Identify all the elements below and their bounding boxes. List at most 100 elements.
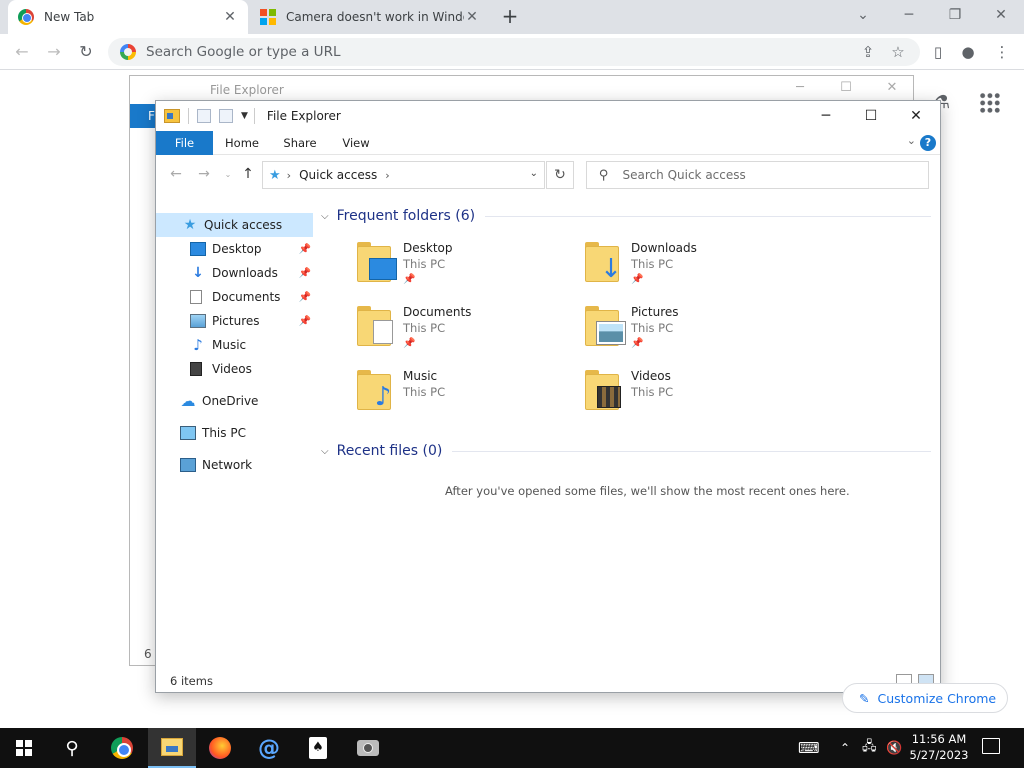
nav-item-documents[interactable]: Documents 📌 [156, 285, 313, 309]
folder-name: Videos [631, 369, 671, 383]
pin-icon[interactable]: 📌 [299, 268, 311, 279]
close-icon[interactable]: ✕ [464, 9, 480, 25]
nav-label: Music [212, 338, 247, 352]
pin-icon[interactable]: 📌 [299, 292, 311, 303]
back-button[interactable]: ← [10, 40, 34, 64]
close-window-button[interactable]: ✕ [988, 4, 1014, 28]
folder-tile-videos[interactable]: Videos This PC [585, 368, 805, 424]
windows-logo-icon [16, 740, 32, 756]
reload-button[interactable]: ↻ [74, 40, 98, 64]
taskbar-solitaire[interactable]: ♠ [294, 728, 342, 768]
share-icon[interactable]: ⇪ [858, 42, 878, 62]
volume-muted-icon[interactable]: 🔇 [886, 728, 902, 768]
qat-dropdown-icon[interactable]: ▼ [241, 111, 248, 121]
recent-locations-chevron-icon[interactable]: ⌄ [218, 170, 238, 179]
back-arrow-icon[interactable]: ← [166, 166, 186, 182]
search-button[interactable]: ⚲ [48, 728, 96, 768]
omnibox[interactable]: Search Google or type a URL [108, 38, 920, 66]
address-bar[interactable]: ★ › Quick access › ⌄ [262, 161, 545, 189]
tab-camera-article[interactable]: Camera doesn't work in Windows ✕ [250, 0, 490, 34]
show-hidden-icons-chevron-icon[interactable]: ⌃ [840, 728, 850, 768]
taskbar-mail[interactable]: @ [245, 728, 293, 768]
tab-share[interactable]: Share [276, 131, 324, 155]
folder-tile-documents[interactable]: Documents This PC 📌 [357, 304, 577, 360]
customize-chrome-button[interactable]: ✎ Customize Chrome [842, 683, 1008, 713]
new-folder-icon[interactable] [219, 109, 233, 123]
folder-tile-music[interactable]: ♪ Music This PC [357, 368, 577, 424]
breadcrumb-chevron-icon[interactable]: › [287, 169, 291, 182]
pin-icon[interactable]: 📌 [299, 244, 311, 255]
tab-home[interactable]: Home [218, 131, 266, 155]
restore-button[interactable]: ❐ [942, 4, 968, 28]
pin-icon[interactable]: 📌 [299, 316, 311, 327]
taskbar-file-explorer[interactable] [148, 728, 196, 768]
keyboard-icon[interactable]: ⌨ [798, 728, 820, 768]
bg-maximize-icon[interactable]: ☐ [834, 80, 858, 95]
nav-item-videos[interactable]: Videos [156, 357, 313, 381]
nav-item-onedrive[interactable]: ☁ OneDrive [156, 389, 313, 413]
frequent-folders-header[interactable]: ⌵ Frequent folders (6) [321, 208, 931, 224]
side-panel-icon[interactable]: ▯ [928, 42, 948, 62]
recent-files-header[interactable]: ⌵ Recent files (0) [321, 443, 931, 459]
properties-icon[interactable] [197, 109, 211, 123]
file-explorer-window[interactable]: ▼ File Explorer ─ ☐ ✕ File Home Share Vi… [155, 100, 941, 693]
tab-search-chevron-icon[interactable]: ⌄ [850, 4, 876, 28]
bookmark-star-icon[interactable]: ☆ [888, 42, 908, 62]
bg-minimize-icon[interactable]: ─ [788, 80, 812, 95]
profile-avatar-icon[interactable]: ● [958, 42, 978, 62]
breadcrumb-quick-access[interactable]: Quick access [299, 168, 377, 182]
search-input[interactable] [622, 168, 883, 182]
minimize-button[interactable]: ─ [804, 104, 848, 128]
close-icon[interactable]: ✕ [222, 9, 238, 25]
expand-ribbon-chevron-icon[interactable]: ⌄ [907, 134, 916, 147]
taskbar-chrome[interactable] [98, 728, 146, 768]
nav-item-pictures[interactable]: Pictures 📌 [156, 309, 313, 333]
nav-item-music[interactable]: ♪ Music [156, 333, 313, 357]
downloads-folder-icon: ↓ [585, 242, 625, 282]
notification-icon[interactable] [982, 738, 1000, 754]
folder-location: This PC [631, 321, 674, 335]
collapse-chevron-icon[interactable]: ⌵ [321, 446, 329, 457]
nav-item-quick-access[interactable]: ★ Quick access [156, 213, 313, 237]
bg-file-tab[interactable]: F [130, 104, 156, 128]
folder-tile-downloads[interactable]: ↓ Downloads This PC 📌 [585, 240, 805, 296]
folder-location: This PC [631, 385, 674, 399]
start-button[interactable] [0, 728, 48, 768]
breadcrumb-chevron-icon[interactable]: › [385, 169, 389, 182]
close-button[interactable]: ✕ [894, 104, 938, 128]
tab-view[interactable]: View [332, 131, 380, 155]
maximize-button[interactable]: ☐ [849, 104, 893, 128]
collapse-chevron-icon[interactable]: ⌵ [321, 211, 329, 222]
nav-item-network[interactable]: Network [156, 453, 313, 477]
network-tray-icon[interactable]: 🖧 [862, 728, 877, 768]
folder-tile-desktop[interactable]: Desktop This PC 📌 [357, 240, 577, 296]
chrome-icon [111, 737, 133, 759]
taskbar-clock[interactable]: 11:56 AM 5/27/2023 [908, 731, 970, 763]
refresh-button[interactable]: ↻ [546, 161, 574, 189]
nav-item-desktop[interactable]: Desktop 📌 [156, 237, 313, 261]
menu-kebab-icon[interactable]: ⋮ [992, 42, 1012, 62]
forward-arrow-icon[interactable]: → [194, 166, 214, 182]
explorer-app-icon [164, 109, 180, 123]
folder-tile-pictures[interactable]: Pictures This PC 📌 [585, 304, 805, 360]
nav-item-downloads[interactable]: ↓ Downloads 📌 [156, 261, 313, 285]
address-dropdown-icon[interactable]: ⌄ [530, 168, 538, 179]
pin-icon: 📌 [631, 338, 644, 349]
minimize-button[interactable]: ─ [896, 4, 922, 28]
up-arrow-icon[interactable]: ↑ [238, 166, 258, 182]
nav-item-this-pc[interactable]: This PC [156, 421, 313, 445]
taskbar-camera[interactable] [344, 728, 392, 768]
windows-taskbar: ⚲ @ ♠ ⌨ ⌃ 🖧 🔇 11:56 AM 5/27/2023 [0, 728, 1024, 768]
bg-close-icon[interactable]: ✕ [880, 80, 904, 95]
search-box[interactable]: ⚲ [586, 161, 929, 189]
tab-new-tab[interactable]: New Tab ✕ [8, 0, 248, 34]
new-tab-button[interactable]: + [498, 5, 522, 29]
window-title: File Explorer [266, 109, 341, 123]
tab-file[interactable]: File [156, 131, 213, 155]
help-icon[interactable]: ? [920, 135, 936, 151]
apps-grid-icon[interactable] [979, 92, 1001, 114]
group-divider [485, 215, 931, 217]
forward-button[interactable]: → [42, 40, 66, 64]
taskbar-firefox[interactable] [196, 728, 244, 768]
music-folder-icon: ♪ [357, 370, 397, 410]
